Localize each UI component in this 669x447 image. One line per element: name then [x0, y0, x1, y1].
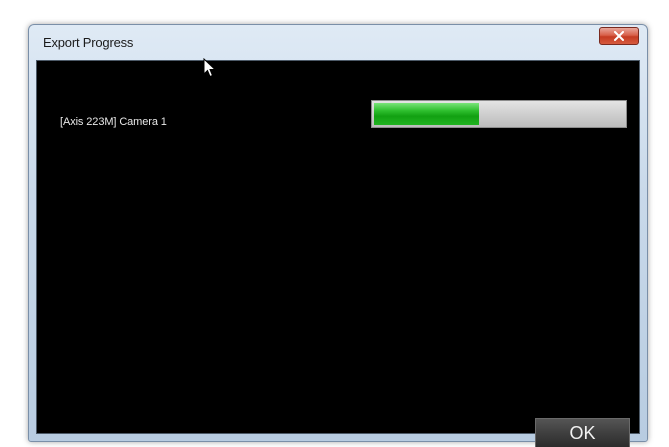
- dialog-content: [Axis 223M] Camera 1 OK: [36, 60, 640, 447]
- title-bar[interactable]: Export Progress: [29, 25, 647, 59]
- progress-track: [374, 103, 624, 125]
- close-button[interactable]: [599, 27, 639, 45]
- export-progress-bar: [371, 100, 627, 128]
- screen: Export Progress [Axis 223M] Camera 1 OK: [0, 0, 669, 447]
- close-x-icon: [614, 31, 624, 41]
- progress-fill: [374, 103, 479, 125]
- ok-button[interactable]: OK: [535, 418, 630, 447]
- export-progress-dialog: Export Progress [Axis 223M] Camera 1 OK: [28, 24, 648, 447]
- camera-label: [Axis 223M] Camera 1: [60, 116, 167, 128]
- mouse-pointer-icon: [203, 58, 217, 78]
- dialog-title: Export Progress: [43, 35, 134, 50]
